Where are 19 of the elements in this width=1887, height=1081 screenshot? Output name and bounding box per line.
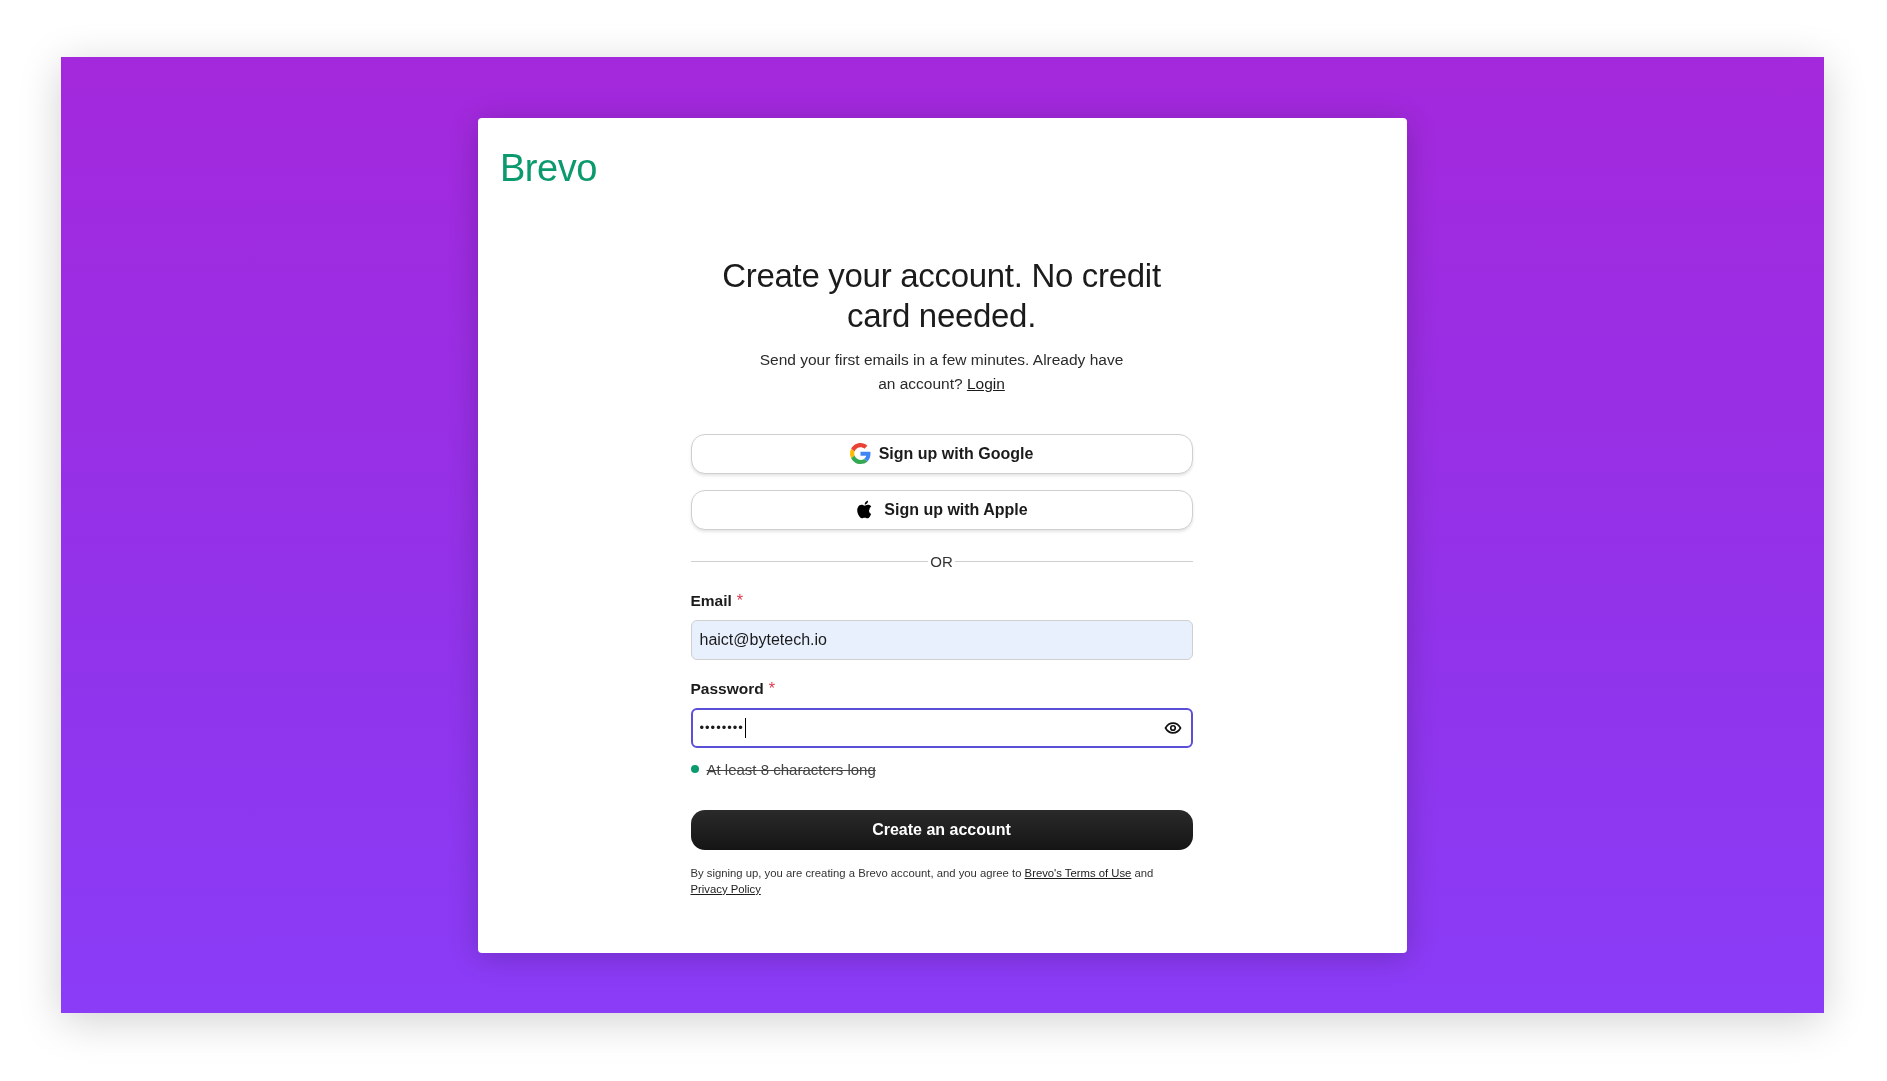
email-field[interactable]: haict@bytetech.io — [690, 619, 1193, 660]
password-field[interactable]: •••••••• — [690, 707, 1193, 748]
or-divider-text: OR — [929, 552, 954, 570]
create-account-button[interactable]: Create an account — [690, 809, 1193, 850]
logo: Brevo — [500, 148, 597, 190]
subtitle: Send your first emails in a few minutes. Already have an account? Login — [758, 349, 1125, 394]
heading: Create your account. No credit card needed. — [721, 255, 1162, 336]
privacy-link[interactable]: Privacy Policy — [690, 882, 761, 895]
apple-signup-button[interactable]: Sign up with Apple — [690, 489, 1193, 530]
terms-link[interactable]: Brevo's Terms of Use — [1024, 866, 1132, 879]
login-link[interactable]: Login — [966, 374, 1005, 392]
required-asterisk: * — [736, 591, 744, 610]
password-rule: At least 8 characters long — [706, 760, 876, 778]
google-icon — [849, 443, 871, 465]
required-asterisk: * — [768, 679, 775, 698]
legal-text: By signing up, you are creating a Brevo account, and you agree to Brevo's Terms of Use and Privacy Policy — [690, 865, 1155, 897]
field-label: Password — [690, 679, 764, 698]
field-label: Email — [690, 591, 732, 610]
google-signup-button[interactable]: Sign up with Google — [690, 433, 1193, 474]
